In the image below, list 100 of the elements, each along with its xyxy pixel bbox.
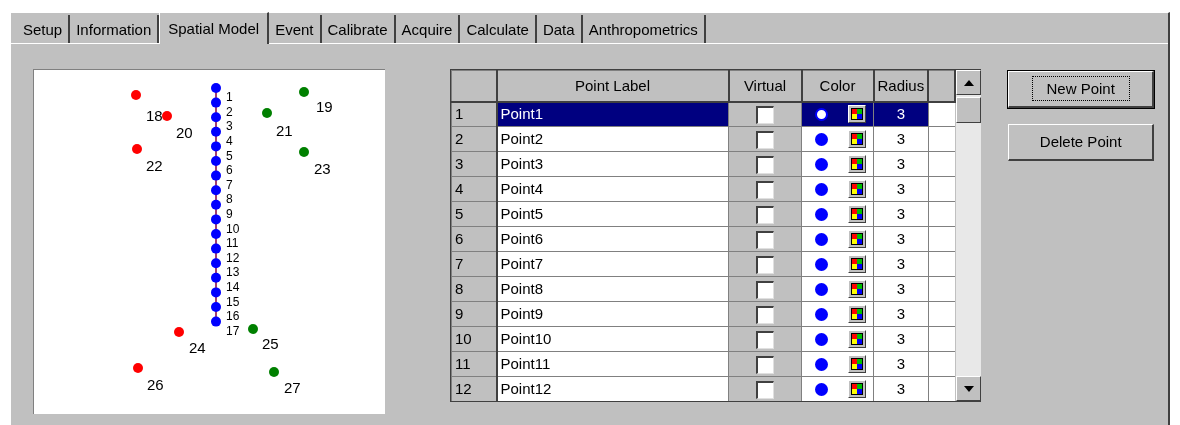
row-header[interactable]: 9: [451, 301, 497, 327]
scroll-up-button[interactable]: [956, 70, 982, 95]
point-label: 9: [226, 206, 233, 221]
scroll-down-button[interactable]: [956, 376, 982, 401]
point-label: 12: [226, 250, 240, 265]
checkbox[interactable]: [756, 380, 774, 399]
checkbox[interactable]: [756, 355, 774, 374]
scrollbar[interactable]: [956, 70, 982, 401]
row-header[interactable]: 7: [451, 251, 497, 277]
table-cell[interactable]: Point10: [496, 326, 729, 352]
row-header[interactable]: 12: [451, 376, 497, 401]
point-label: 18: [146, 106, 163, 124]
table-cell[interactable]: Point5: [496, 201, 729, 227]
color-picker-button[interactable]: [848, 355, 866, 373]
table-cell[interactable]: Point7: [496, 251, 729, 277]
down-arrow-icon: [963, 385, 974, 392]
column-header[interactable]: Point Label: [496, 70, 729, 102]
point-label: 5: [226, 148, 233, 163]
color-picker-button[interactable]: [848, 105, 866, 124]
point-label: 6: [226, 163, 233, 178]
palette-icon: [851, 208, 863, 220]
point-label: 25: [262, 334, 279, 352]
color-picker-button[interactable]: [848, 130, 866, 148]
checkbox[interactable]: [756, 305, 774, 324]
table-cell[interactable]: Point1: [496, 101, 729, 127]
palette-icon: [851, 183, 863, 195]
column-header[interactable]: Color: [801, 70, 874, 102]
point-button[interactable]: Delete Point: [1008, 124, 1155, 161]
table-cell[interactable]: Point11: [496, 351, 729, 377]
checkbox[interactable]: [756, 180, 774, 199]
table-cell[interactable]: Point6: [496, 226, 729, 252]
point-label: 17: [226, 323, 240, 338]
row-header[interactable]: 8: [451, 276, 497, 302]
color-picker-button[interactable]: [848, 255, 866, 273]
point-label: 14: [226, 279, 240, 294]
point-label: 7: [226, 177, 233, 192]
palette-icon: [851, 308, 863, 320]
point-label: 24: [189, 338, 206, 356]
palette-icon: [851, 383, 863, 395]
point-label: 4: [226, 133, 233, 148]
point-label: 1: [226, 90, 233, 105]
palette-icon: [851, 108, 863, 121]
row-header[interactable]: 11: [451, 351, 497, 377]
point-label: 23: [314, 159, 331, 177]
table-cell[interactable]: Point2: [496, 126, 729, 152]
color-picker-button[interactable]: [848, 305, 866, 323]
row-header[interactable]: 5: [451, 201, 497, 227]
color-picker-button[interactable]: [848, 280, 866, 298]
table-cell[interactable]: Point8: [496, 276, 729, 302]
column-header[interactable]: Radius: [873, 70, 929, 102]
point-label: 22: [146, 156, 163, 174]
point-button[interactable]: New Point: [1008, 71, 1155, 108]
point-label: 8: [226, 192, 233, 207]
palette-icon: [851, 233, 863, 245]
tab[interactable]: Spatial Model: [159, 12, 270, 44]
row-header[interactable]: 6: [451, 226, 497, 252]
row-header[interactable]: 2: [451, 126, 497, 152]
checkbox[interactable]: [756, 155, 774, 174]
table-cell[interactable]: Point9: [496, 301, 729, 327]
scroll-thumb[interactable]: [956, 97, 982, 123]
checkbox[interactable]: [756, 130, 774, 149]
point-label: 20: [176, 123, 193, 141]
row-header[interactable]: 1: [451, 101, 497, 127]
point-label: 26: [147, 375, 164, 393]
checkbox[interactable]: [756, 205, 774, 224]
color-picker-button[interactable]: [848, 180, 866, 198]
point-label: 11: [226, 236, 239, 251]
color-picker-button[interactable]: [848, 380, 866, 398]
row-header[interactable]: 4: [451, 176, 497, 202]
corner-header: [451, 70, 497, 102]
color-picker-button[interactable]: [848, 155, 866, 173]
table-cell[interactable]: Point3: [496, 151, 729, 177]
checkbox[interactable]: [756, 280, 774, 299]
checkbox[interactable]: [756, 230, 774, 249]
palette-icon: [851, 358, 863, 370]
point-label: 19: [316, 97, 333, 115]
checkbox[interactable]: [756, 330, 774, 349]
color-picker-button[interactable]: [848, 205, 866, 223]
up-arrow-icon: [963, 79, 974, 86]
color-picker-button[interactable]: [848, 330, 866, 348]
point-label: 10: [226, 221, 240, 236]
point-label: 21: [276, 121, 293, 139]
point-label: 3: [226, 119, 233, 134]
palette-icon: [851, 333, 863, 345]
checkbox[interactable]: [756, 105, 774, 124]
checkbox[interactable]: [756, 255, 774, 274]
table-cell[interactable]: Point12: [496, 376, 729, 401]
table-cell[interactable]: Point4: [496, 176, 729, 202]
point-label: 13: [226, 265, 240, 280]
point-label: 16: [226, 309, 240, 324]
palette-icon: [851, 158, 863, 170]
point-label: 15: [226, 294, 240, 309]
palette-icon: [851, 133, 863, 145]
column-header[interactable]: Virtual: [728, 70, 802, 102]
row-header[interactable]: 10: [451, 326, 497, 352]
point-label: 27: [284, 378, 301, 396]
point-label: 2: [226, 104, 233, 119]
palette-icon: [851, 283, 863, 295]
color-picker-button[interactable]: [848, 230, 866, 248]
row-header[interactable]: 3: [451, 151, 497, 177]
